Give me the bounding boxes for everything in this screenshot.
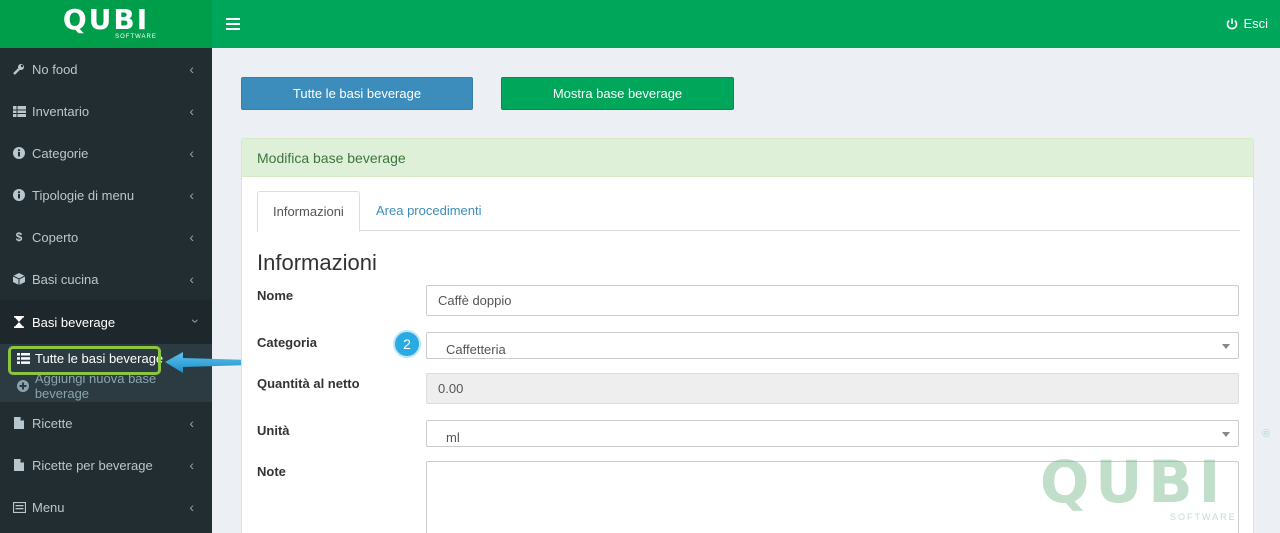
- sidebar-item-label: Basi beverage: [32, 314, 116, 330]
- sidebar-item-label: Menu: [32, 499, 65, 515]
- categoria-label: Categoria: [257, 335, 317, 350]
- info-icon: [12, 146, 26, 160]
- sidebar-item-inventario[interactable]: Inventario ‹: [0, 90, 212, 132]
- sidebar: No food ‹ Inventario ‹ Categorie ‹ Tipol…: [0, 48, 212, 533]
- sidebar-item-basi-cucina[interactable]: Basi cucina ‹: [0, 258, 212, 300]
- sidebar-item-label: Ricette: [32, 415, 73, 431]
- wrench-icon: [12, 62, 26, 76]
- top-navbar: Esci: [212, 0, 1280, 48]
- sidebar-item-label: Coperto: [32, 229, 79, 245]
- chevron-left-icon: ‹: [189, 187, 194, 203]
- chevron-left-icon: ‹: [189, 457, 194, 473]
- sidebar-item-label: Ricette per beverage: [32, 457, 153, 473]
- unita-label: Unità: [257, 423, 290, 438]
- quantita-label: Quantità al netto: [257, 376, 360, 391]
- sidebar-item-no-food[interactable]: No food ‹: [0, 48, 212, 90]
- panel-title: Modifica base beverage: [242, 139, 1253, 177]
- plus-circle-icon: [16, 380, 30, 392]
- tab-area-procedimenti[interactable]: Area procedimenti: [361, 191, 497, 231]
- chevron-left-icon: ‹: [189, 271, 194, 287]
- unita-value: ml: [446, 430, 460, 445]
- sidebar-item-label: Tipologie di menu: [32, 187, 135, 203]
- show-beverage-base-button[interactable]: Mostra base beverage: [501, 77, 734, 110]
- cube-icon: [12, 272, 26, 286]
- sidebar-item-tipologie-menu[interactable]: Tipologie di menu ‹: [0, 174, 212, 216]
- categoria-value: Caffetteria: [446, 342, 506, 357]
- chevron-left-icon: ‹: [189, 145, 194, 161]
- logout-button[interactable]: Esci: [1226, 16, 1268, 31]
- logo[interactable]: QUBI SOFTWARE: [0, 0, 212, 48]
- power-icon: [1227, 18, 1238, 29]
- menu-toggle-icon[interactable]: [226, 15, 240, 31]
- sidebar-item-ricette-beverage[interactable]: Ricette per beverage ‹: [0, 444, 212, 486]
- logo-sub: SOFTWARE: [115, 34, 157, 40]
- info-icon: [12, 188, 26, 202]
- watermark-logo: QUBI SOFTWARE ®: [1040, 428, 1280, 533]
- chevron-left-icon: ‹: [189, 499, 194, 515]
- categoria-select[interactable]: Caffetteria: [426, 332, 1239, 359]
- sidebar-item-ricette[interactable]: Ricette ‹: [0, 402, 212, 444]
- sidebar-item-label: Categorie: [32, 145, 89, 161]
- note-label: Note: [257, 464, 286, 479]
- sidebar-item-menu[interactable]: Menu ‹: [0, 486, 212, 528]
- tab-bar: Informazioni Area procedimenti: [257, 191, 1240, 232]
- logo-text: QUBI: [62, 3, 150, 36]
- sidebar-item-label: Inventario: [32, 103, 90, 119]
- dollar-icon: $: [15, 230, 23, 244]
- tab-informazioni[interactable]: Informazioni: [257, 191, 360, 232]
- file-icon: [12, 416, 26, 430]
- chevron-left-icon: ‹: [189, 415, 194, 431]
- logout-label: Esci: [1243, 16, 1268, 31]
- nome-input[interactable]: Caffè doppio: [426, 285, 1239, 316]
- file-icon: [12, 458, 26, 472]
- section-title: Informazioni: [257, 250, 377, 275]
- quantita-input: 0.00: [426, 373, 1239, 404]
- watermark-text: QUBI: [1040, 448, 1227, 516]
- sidebar-item-basi-beverage[interactable]: Basi beverage ‹: [0, 300, 212, 344]
- step-badge: 2: [393, 330, 421, 358]
- all-beverage-bases-button[interactable]: Tutte le basi beverage: [241, 77, 473, 110]
- tutorial-highlight: [8, 346, 161, 375]
- chevron-left-icon: ‹: [189, 103, 194, 119]
- list-alt-icon: [12, 500, 26, 514]
- nome-label: Nome: [257, 288, 294, 303]
- hourglass-icon: [12, 315, 26, 329]
- sidebar-item-label: No food: [32, 61, 78, 77]
- watermark-reg: ®: [1262, 428, 1271, 440]
- sidebar-item-coperto[interactable]: $ Coperto ‹: [0, 216, 212, 258]
- chevron-left-icon: ‹: [189, 61, 194, 77]
- watermark-sub: SOFTWARE: [1170, 512, 1237, 522]
- chevron-left-icon: ‹: [189, 229, 194, 245]
- table-icon: [12, 104, 26, 118]
- sidebar-item-categorie[interactable]: Categorie ‹: [0, 132, 212, 174]
- caret-down-icon: [1222, 344, 1230, 349]
- sidebar-item-label: Basi cucina: [32, 271, 99, 287]
- chevron-down-icon: ‹: [185, 318, 202, 324]
